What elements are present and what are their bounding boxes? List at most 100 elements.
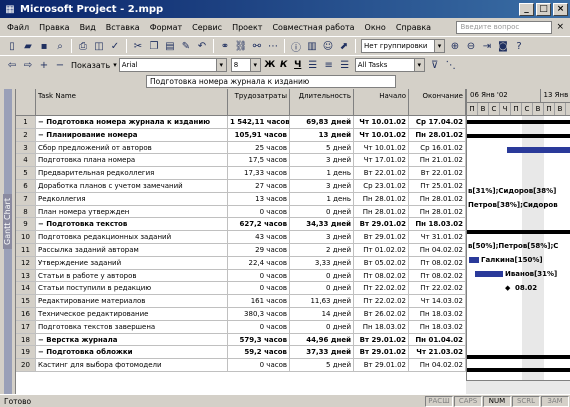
task-work[interactable]: 161 часов (228, 295, 290, 307)
task-name[interactable]: − Верстка журнала (36, 333, 228, 346)
task-duration[interactable]: 1 день (290, 192, 354, 205)
header-start[interactable]: Начало (354, 89, 409, 115)
autofilter-icon[interactable]: ⊽ (427, 57, 443, 73)
zoom-out-icon[interactable]: ⊖ (463, 38, 479, 54)
task-finish[interactable]: Пн 01.04.02 (409, 333, 466, 346)
task-start[interactable]: Вт 05.02.02 (354, 256, 409, 269)
task-duration[interactable]: 69,83 дней (290, 116, 354, 128)
task-start[interactable]: Пт 22.02.02 (354, 282, 409, 295)
task-work[interactable]: 22,4 часов (228, 256, 290, 269)
close-button[interactable]: × (553, 2, 568, 16)
publish-icon[interactable]: ⬈ (336, 38, 352, 54)
align-left-icon[interactable]: ☰ (305, 57, 321, 73)
align-right-icon[interactable]: ☰ (337, 57, 353, 73)
task-duration[interactable]: 0 дней (290, 282, 354, 295)
task-name[interactable]: Статьи в работе у авторов (36, 269, 228, 282)
task-info-icon[interactable]: ⓘ (288, 38, 304, 54)
task-finish[interactable]: Пн 18.03.02 (409, 307, 466, 320)
task-duration[interactable]: 14 дней (290, 307, 354, 320)
row-id[interactable]: 16 (16, 307, 36, 320)
task-finish[interactable]: Вт 22.01.02 (409, 167, 466, 179)
menu-view[interactable]: Вид (75, 23, 101, 32)
italic-button[interactable]: К (277, 58, 291, 72)
task-name[interactable]: Сбор предложений от авторов (36, 141, 228, 154)
header-duration[interactable]: Длительность (290, 89, 354, 115)
print-icon[interactable]: ⎙ (75, 38, 91, 54)
task-duration[interactable]: 3 дней (290, 231, 354, 243)
underline-button[interactable]: Ч (291, 58, 305, 72)
task-finish[interactable]: Пн 28.01.02 (409, 205, 466, 218)
task-notes-icon[interactable]: ▥ (304, 38, 320, 54)
summary-bar[interactable] (467, 368, 570, 373)
task-finish[interactable]: Пн 04.02.02 (409, 359, 466, 371)
row-id[interactable]: 1 (16, 116, 36, 128)
row-id[interactable]: 13 (16, 269, 36, 282)
row-id[interactable]: 4 (16, 154, 36, 167)
task-finish[interactable]: Пн 21.01.02 (409, 154, 466, 167)
open-icon[interactable]: ▰ (20, 38, 36, 54)
task-name[interactable]: Утверждение заданий (36, 256, 228, 269)
table-row[interactable]: 20 Кастинг для выбора фотомодели 0 часов 5… (16, 359, 466, 372)
filter-dropdown[interactable]: All Tasks ▾ (354, 58, 425, 72)
task-work[interactable]: 579,3 часов (228, 333, 290, 346)
row-id[interactable]: 5 (16, 167, 36, 179)
task-duration[interactable]: 0 дней (290, 205, 354, 218)
task-duration[interactable]: 2 дней (290, 243, 354, 256)
task-finish[interactable]: Пт 08.02.02 (409, 269, 466, 282)
task-work[interactable]: 13 часов (228, 192, 290, 205)
search-file-icon[interactable]: ⌕ (52, 38, 68, 54)
document-close-icon[interactable]: × (556, 22, 564, 32)
minimize-button[interactable]: _ (519, 2, 534, 16)
menu-project[interactable]: Проект (227, 23, 267, 32)
table-row[interactable]: 7 Редколлегия 13 часов 1 день Пн 28.01.02 Пн… (16, 192, 466, 206)
task-start[interactable]: Вт 22.01.02 (354, 167, 409, 179)
task-name[interactable]: − Планирование номера (36, 128, 228, 141)
hyperlink-icon[interactable]: ⚭ (217, 38, 233, 54)
table-row[interactable]: 16 Техническое редактирование 380,3 часов… (16, 307, 466, 321)
task-name[interactable]: Статьи поступили в редакцию (36, 282, 228, 295)
font-dropdown[interactable]: Arial ▾ (118, 58, 227, 72)
table-row[interactable]: 13 Статьи в работе у авторов 0 часов 0 дне… (16, 269, 466, 283)
task-start[interactable]: Пт 01.02.02 (354, 243, 409, 256)
menu-collaborate[interactable]: Совместная работа (267, 23, 359, 32)
task-finish[interactable]: Пн 18.03.02 (409, 320, 466, 333)
row-id[interactable]: 8 (16, 205, 36, 218)
group-by-dropdown[interactable]: Нет группировки ▾ (361, 39, 445, 53)
table-row[interactable]: 9 − Подготовка текстов 627,2 часов 34,33 д… (16, 218, 466, 232)
show-dropdown-icon[interactable]: ▾ (113, 61, 117, 69)
help-icon[interactable]: ? (511, 38, 527, 54)
row-id[interactable]: 20 (16, 359, 36, 371)
save-icon[interactable]: ▪ (36, 38, 52, 54)
task-start[interactable]: Чт 10.01.02 (354, 116, 409, 128)
menu-tools[interactable]: Сервис (187, 23, 227, 32)
summary-bar[interactable] (467, 354, 570, 359)
task-finish[interactable]: Пн 28.01.02 (409, 128, 466, 141)
table-row[interactable]: 17 Подготовка текстов завершена 0 часов 0 … (16, 320, 466, 334)
task-start[interactable]: Пт 22.02.02 (354, 295, 409, 307)
link-tasks-icon[interactable]: ⛓ (233, 38, 249, 54)
header-finish[interactable]: Окончание (409, 89, 466, 115)
task-name[interactable]: Предварительная редколлегия (36, 167, 228, 179)
task-start[interactable]: Пт 08.02.02 (354, 269, 409, 282)
row-id[interactable]: 19 (16, 346, 36, 359)
row-id[interactable]: 14 (16, 282, 36, 295)
row-id[interactable]: 18 (16, 333, 36, 346)
menu-file[interactable]: Файл (2, 23, 34, 32)
task-name[interactable]: Редколлегия (36, 192, 228, 205)
task-finish[interactable]: Пт 22.02.02 (409, 282, 466, 295)
table-row[interactable]: 2 − Планирование номера 105,91 часов 13 дн… (16, 128, 466, 142)
show-button[interactable]: Показать (71, 61, 110, 70)
summary-bar[interactable] (467, 120, 570, 124)
task-work[interactable]: 25 часов (228, 141, 290, 154)
task-work[interactable]: 29 часов (228, 243, 290, 256)
task-bar[interactable] (475, 270, 503, 277)
row-id[interactable]: 11 (16, 243, 36, 256)
menu-format[interactable]: Формат (145, 23, 187, 32)
task-work[interactable]: 0 часов (228, 359, 290, 371)
undo-icon[interactable]: ↶ (194, 38, 210, 54)
spelling-icon[interactable]: ✓ (107, 38, 123, 54)
table-row[interactable]: 14 Статьи поступили в редакцию 0 часов 0 д… (16, 282, 466, 296)
task-name[interactable]: − Подготовка текстов (36, 218, 228, 231)
task-name[interactable]: Подготовка плана номера (36, 154, 228, 167)
table-row[interactable]: 8 План номера утвержден 0 часов 0 дней Пн 2… (16, 205, 466, 219)
